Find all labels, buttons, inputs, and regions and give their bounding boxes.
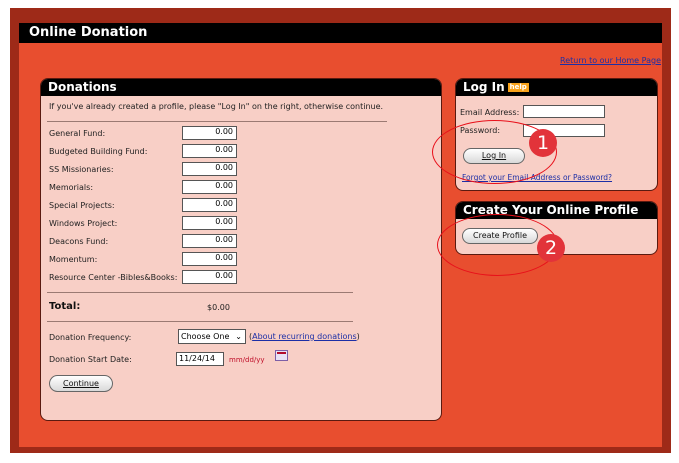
fund-label: Special Projects: <box>49 201 115 210</box>
total-label: Total: <box>49 301 81 312</box>
divider <box>47 121 387 122</box>
fund-amount-input[interactable]: 0.00 <box>182 126 237 140</box>
help-link[interactable]: help <box>507 83 529 92</box>
fund-amount-input[interactable]: 0.00 <box>182 252 237 266</box>
fund-label: Budgeted Building Fund: <box>49 147 148 156</box>
continue-label: Continue <box>63 379 99 388</box>
donation-start-date-input[interactable]: 11/24/14 <box>176 352 224 366</box>
fund-amount-input[interactable]: 0.00 <box>182 180 237 194</box>
date-format-hint: mm/dd/yy <box>229 356 265 364</box>
login-title: Log In <box>463 80 505 94</box>
fund-amount-input[interactable]: 0.00 <box>182 198 237 212</box>
fund-label: Momentum: <box>49 255 98 264</box>
divider <box>47 321 353 322</box>
about-recurring-donations-link[interactable]: About recurring donations <box>252 332 357 341</box>
fund-row: Budgeted Building Fund: 0.00 <box>49 144 279 160</box>
fund-row: Memorials: 0.00 <box>49 180 279 196</box>
fund-label: Deacons Fund: <box>49 237 109 246</box>
fund-amount-input[interactable]: 0.00 <box>182 162 237 176</box>
calendar-icon[interactable] <box>275 350 288 361</box>
fund-label: Memorials: <box>49 183 94 192</box>
chevron-down-icon: ⌄ <box>235 332 242 341</box>
donations-panel: Donations If you've already created a pr… <box>40 78 442 421</box>
fund-row: SS Missionaries: 0.00 <box>49 162 279 178</box>
fund-row: Special Projects: 0.00 <box>49 198 279 214</box>
fund-label: Windows Project: <box>49 219 118 228</box>
login-title-bar: Log In help <box>456 79 657 96</box>
home-page-link[interactable]: Return to our Home Page <box>560 56 661 65</box>
annotation-badge-2: 2 <box>537 234 565 262</box>
fund-label: SS Missionaries: <box>49 165 114 174</box>
fund-amount-input[interactable]: 0.00 <box>182 216 237 230</box>
donation-frequency-label: Donation Frequency: <box>49 333 132 342</box>
donation-frequency-select[interactable]: Choose One ⌄ <box>178 329 246 344</box>
fund-row: Deacons Fund: 0.00 <box>49 234 279 250</box>
donations-intro: If you've already created a profile, ple… <box>49 102 384 111</box>
donation-frequency-value: Choose One <box>181 332 230 341</box>
fund-row: Momentum: 0.00 <box>49 252 279 268</box>
email-label: Email Address: <box>460 108 520 117</box>
donation-start-date-label: Donation Start Date: <box>49 355 132 364</box>
divider <box>47 292 353 293</box>
annotation-badge-1: 1 <box>529 129 557 157</box>
total-value: $0.00 <box>207 303 230 312</box>
continue-button[interactable]: Continue <box>49 375 113 392</box>
fund-amount-input[interactable]: 0.00 <box>182 234 237 248</box>
page-title: Online Donation <box>19 23 662 43</box>
fund-amount-input[interactable]: 0.00 <box>182 144 237 158</box>
fund-row: General Fund: 0.00 <box>49 126 279 142</box>
fund-amount-input[interactable]: 0.00 <box>182 270 237 284</box>
fund-row: Resource Center -Bibles&Books: 0.00 <box>49 270 279 286</box>
fund-label: Resource Center -Bibles&Books: <box>49 273 178 282</box>
fund-row: Windows Project: 0.00 <box>49 216 279 232</box>
recurring-donations-link-wrapper: (About recurring donations) <box>249 332 360 341</box>
email-field[interactable] <box>523 105 605 118</box>
fund-label: General Fund: <box>49 129 106 138</box>
donations-title: Donations <box>41 79 441 96</box>
